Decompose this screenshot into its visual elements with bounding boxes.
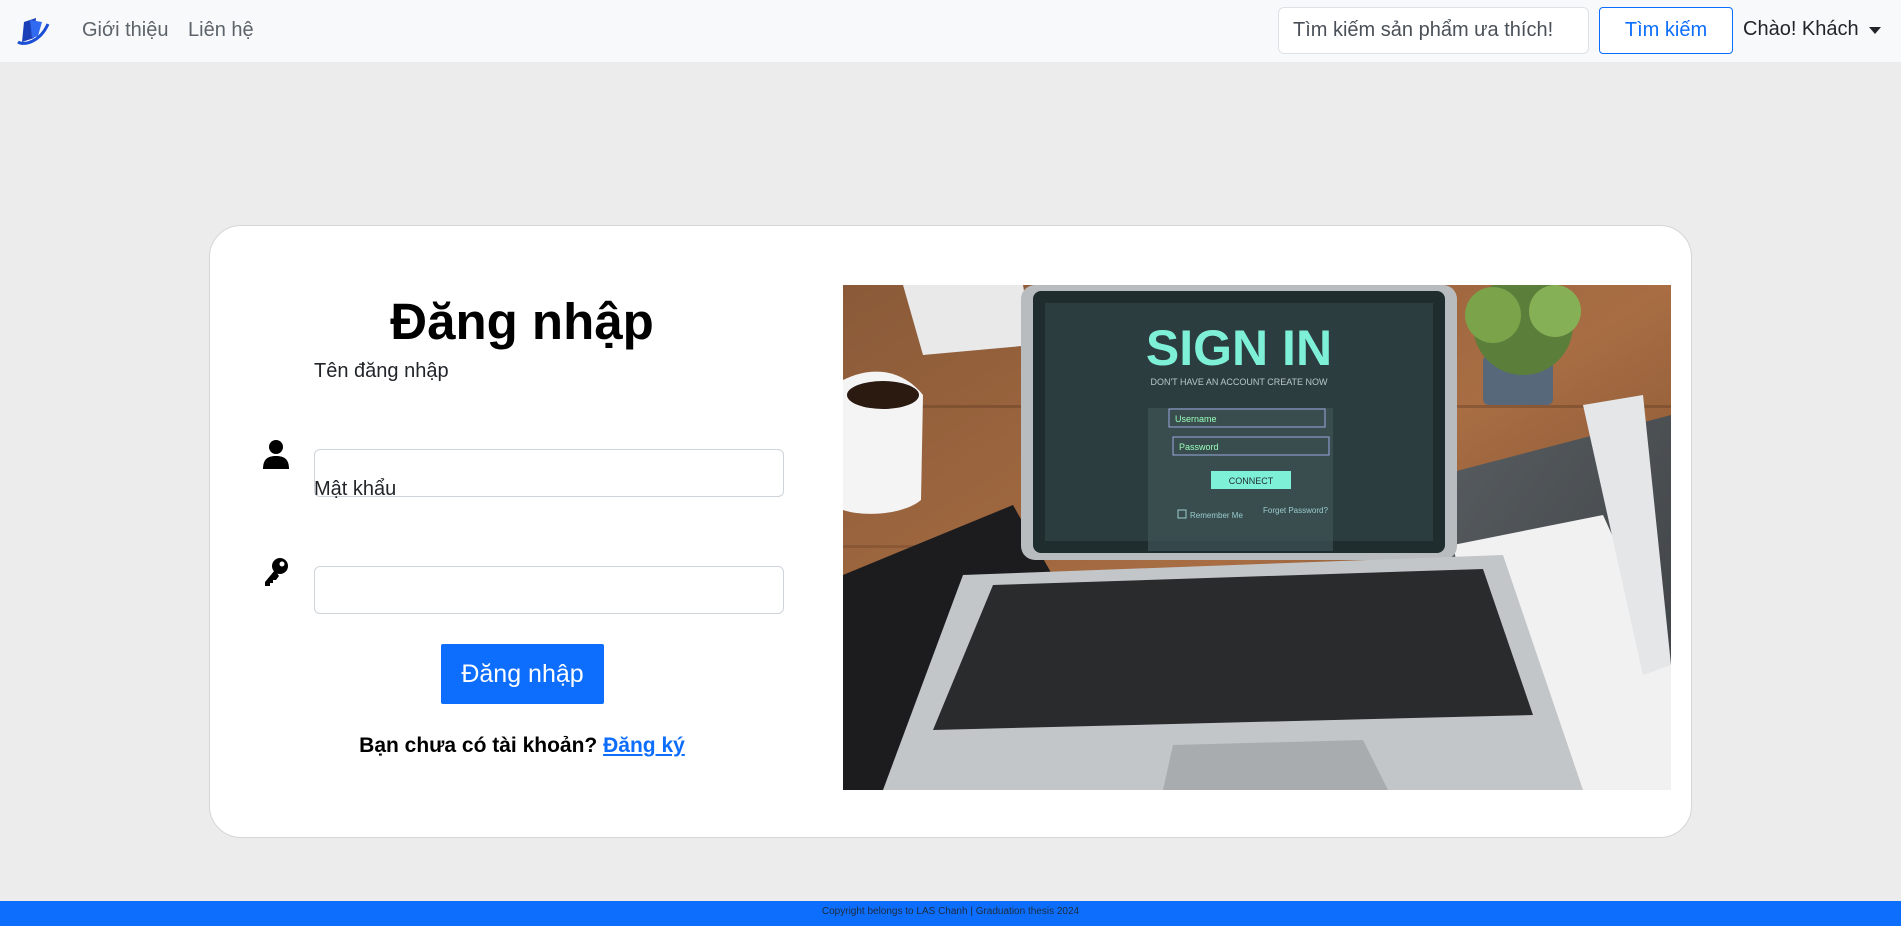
nav-link-about[interactable]: Giới thiệu xyxy=(82,19,168,42)
illustration-connect-label: CONNECT xyxy=(1229,476,1274,486)
login-button[interactable]: Đăng nhập xyxy=(441,644,604,704)
key-icon xyxy=(262,556,290,586)
login-illustration-image: SIGN IN DON'T HAVE AN ACCOUNT CREATE NOW… xyxy=(843,285,1671,790)
page-title: Đăng nhập xyxy=(390,293,654,350)
username-label: Tên đăng nhập xyxy=(314,360,449,382)
brand-logo-icon[interactable] xyxy=(14,16,50,48)
password-field[interactable] xyxy=(314,566,784,614)
footer: Copyright belongs to LAS Chanh | Graduat… xyxy=(0,901,1901,926)
user-dropdown[interactable]: Chào! Khách xyxy=(1743,18,1881,41)
search-button[interactable]: Tìm kiếm xyxy=(1599,7,1733,54)
top-navbar: Giới thiệu Liên hệ Tìm kiếm Chào! Khách xyxy=(0,0,1901,62)
login-card: Đăng nhập Tên đăng nhập Mật khẩu Đăng nh… xyxy=(209,225,1692,838)
search-input[interactable] xyxy=(1278,7,1589,54)
footer-copyright: Copyright belongs to LAS Chanh | Graduat… xyxy=(821,906,1080,917)
password-label: Mật khẩu xyxy=(314,478,397,500)
user-icon xyxy=(262,439,290,469)
illustration-subtitle: DON'T HAVE AN ACCOUNT CREATE NOW xyxy=(1150,377,1328,387)
signup-link[interactable]: Đăng ký xyxy=(603,734,685,757)
nav-link-contact[interactable]: Liên hệ xyxy=(188,19,254,42)
illustration-username-placeholder: Username xyxy=(1175,414,1217,424)
caret-down-icon xyxy=(1868,27,1881,34)
illustration-remember-label: Remember Me xyxy=(1190,511,1243,520)
signup-prompt: Bạn chưa có tài khoản? Đăng ký xyxy=(210,734,834,758)
user-dropdown-label: Chào! Khách xyxy=(1743,18,1859,40)
illustration-sign-in-title: SIGN IN xyxy=(1146,320,1332,376)
signup-prompt-text: Bạn chưa có tài khoản? xyxy=(359,734,598,757)
illustration-password-placeholder: Password xyxy=(1179,442,1219,452)
illustration-forgot-label: Forget Password? xyxy=(1263,506,1328,515)
